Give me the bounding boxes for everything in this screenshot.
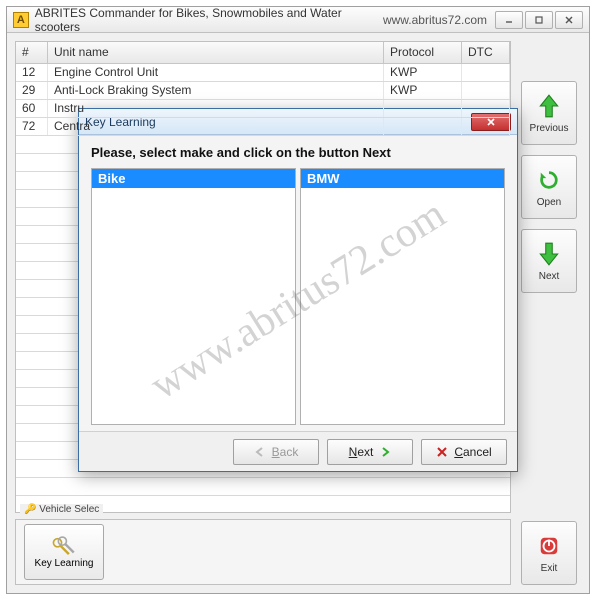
col-header-name[interactable]: Unit name (48, 42, 384, 63)
app-icon: A (13, 12, 29, 28)
refresh-icon (538, 167, 560, 193)
col-header-protocol[interactable]: Protocol (384, 42, 462, 63)
keys-icon (51, 536, 77, 556)
minimize-button[interactable] (495, 11, 523, 29)
dialog-instruction: Please, select make and click on the but… (91, 145, 505, 160)
table-row[interactable]: 72 Centra (16, 118, 510, 136)
dialog-cancel-button[interactable]: Cancel (421, 439, 507, 465)
table-row[interactable]: 60 Instru (16, 100, 510, 118)
col-header-dtc[interactable]: DTC (462, 42, 510, 63)
list-item[interactable]: Bike (92, 169, 295, 188)
arrow-down-icon (538, 241, 560, 267)
table-row[interactable]: 29 Anti-Lock Braking System KWP (16, 82, 510, 100)
next-button[interactable]: Next (521, 229, 577, 293)
vehicle-selection-panel: 🔑 Vehicle Selec Key Learning (15, 519, 511, 585)
titlebar: A ABRITES Commander for Bikes, Snowmobil… (7, 7, 589, 33)
vehicle-selection-label: 🔑 Vehicle Selec (20, 504, 103, 515)
maximize-button[interactable] (525, 11, 553, 29)
arrow-right-icon (379, 446, 391, 458)
window-url: www.abritus72.com (383, 13, 487, 27)
vehicle-type-list[interactable]: Bike (91, 168, 296, 425)
col-header-number[interactable]: # (16, 42, 48, 63)
dialog-next-button[interactable]: Next (327, 439, 413, 465)
close-window-button[interactable] (555, 11, 583, 29)
table-row[interactable]: 12 Engine Control Unit KWP (16, 64, 510, 82)
open-button[interactable]: Open (521, 155, 577, 219)
power-icon (538, 533, 560, 559)
arrow-left-icon (254, 446, 266, 458)
key-learning-dialog: Key Learning Please, select make and cli… (78, 108, 518, 472)
window-title: ABRITES Commander for Bikes, Snowmobiles… (35, 6, 383, 34)
key-learning-button[interactable]: Key Learning (24, 524, 104, 580)
exit-button[interactable]: Exit (521, 521, 577, 585)
cancel-icon (436, 446, 448, 458)
list-item[interactable]: BMW (301, 169, 504, 188)
dialog-back-button: Back (233, 439, 319, 465)
previous-button[interactable]: Previous (521, 81, 577, 145)
arrow-up-icon (538, 93, 560, 119)
make-list[interactable]: BMW (300, 168, 505, 425)
